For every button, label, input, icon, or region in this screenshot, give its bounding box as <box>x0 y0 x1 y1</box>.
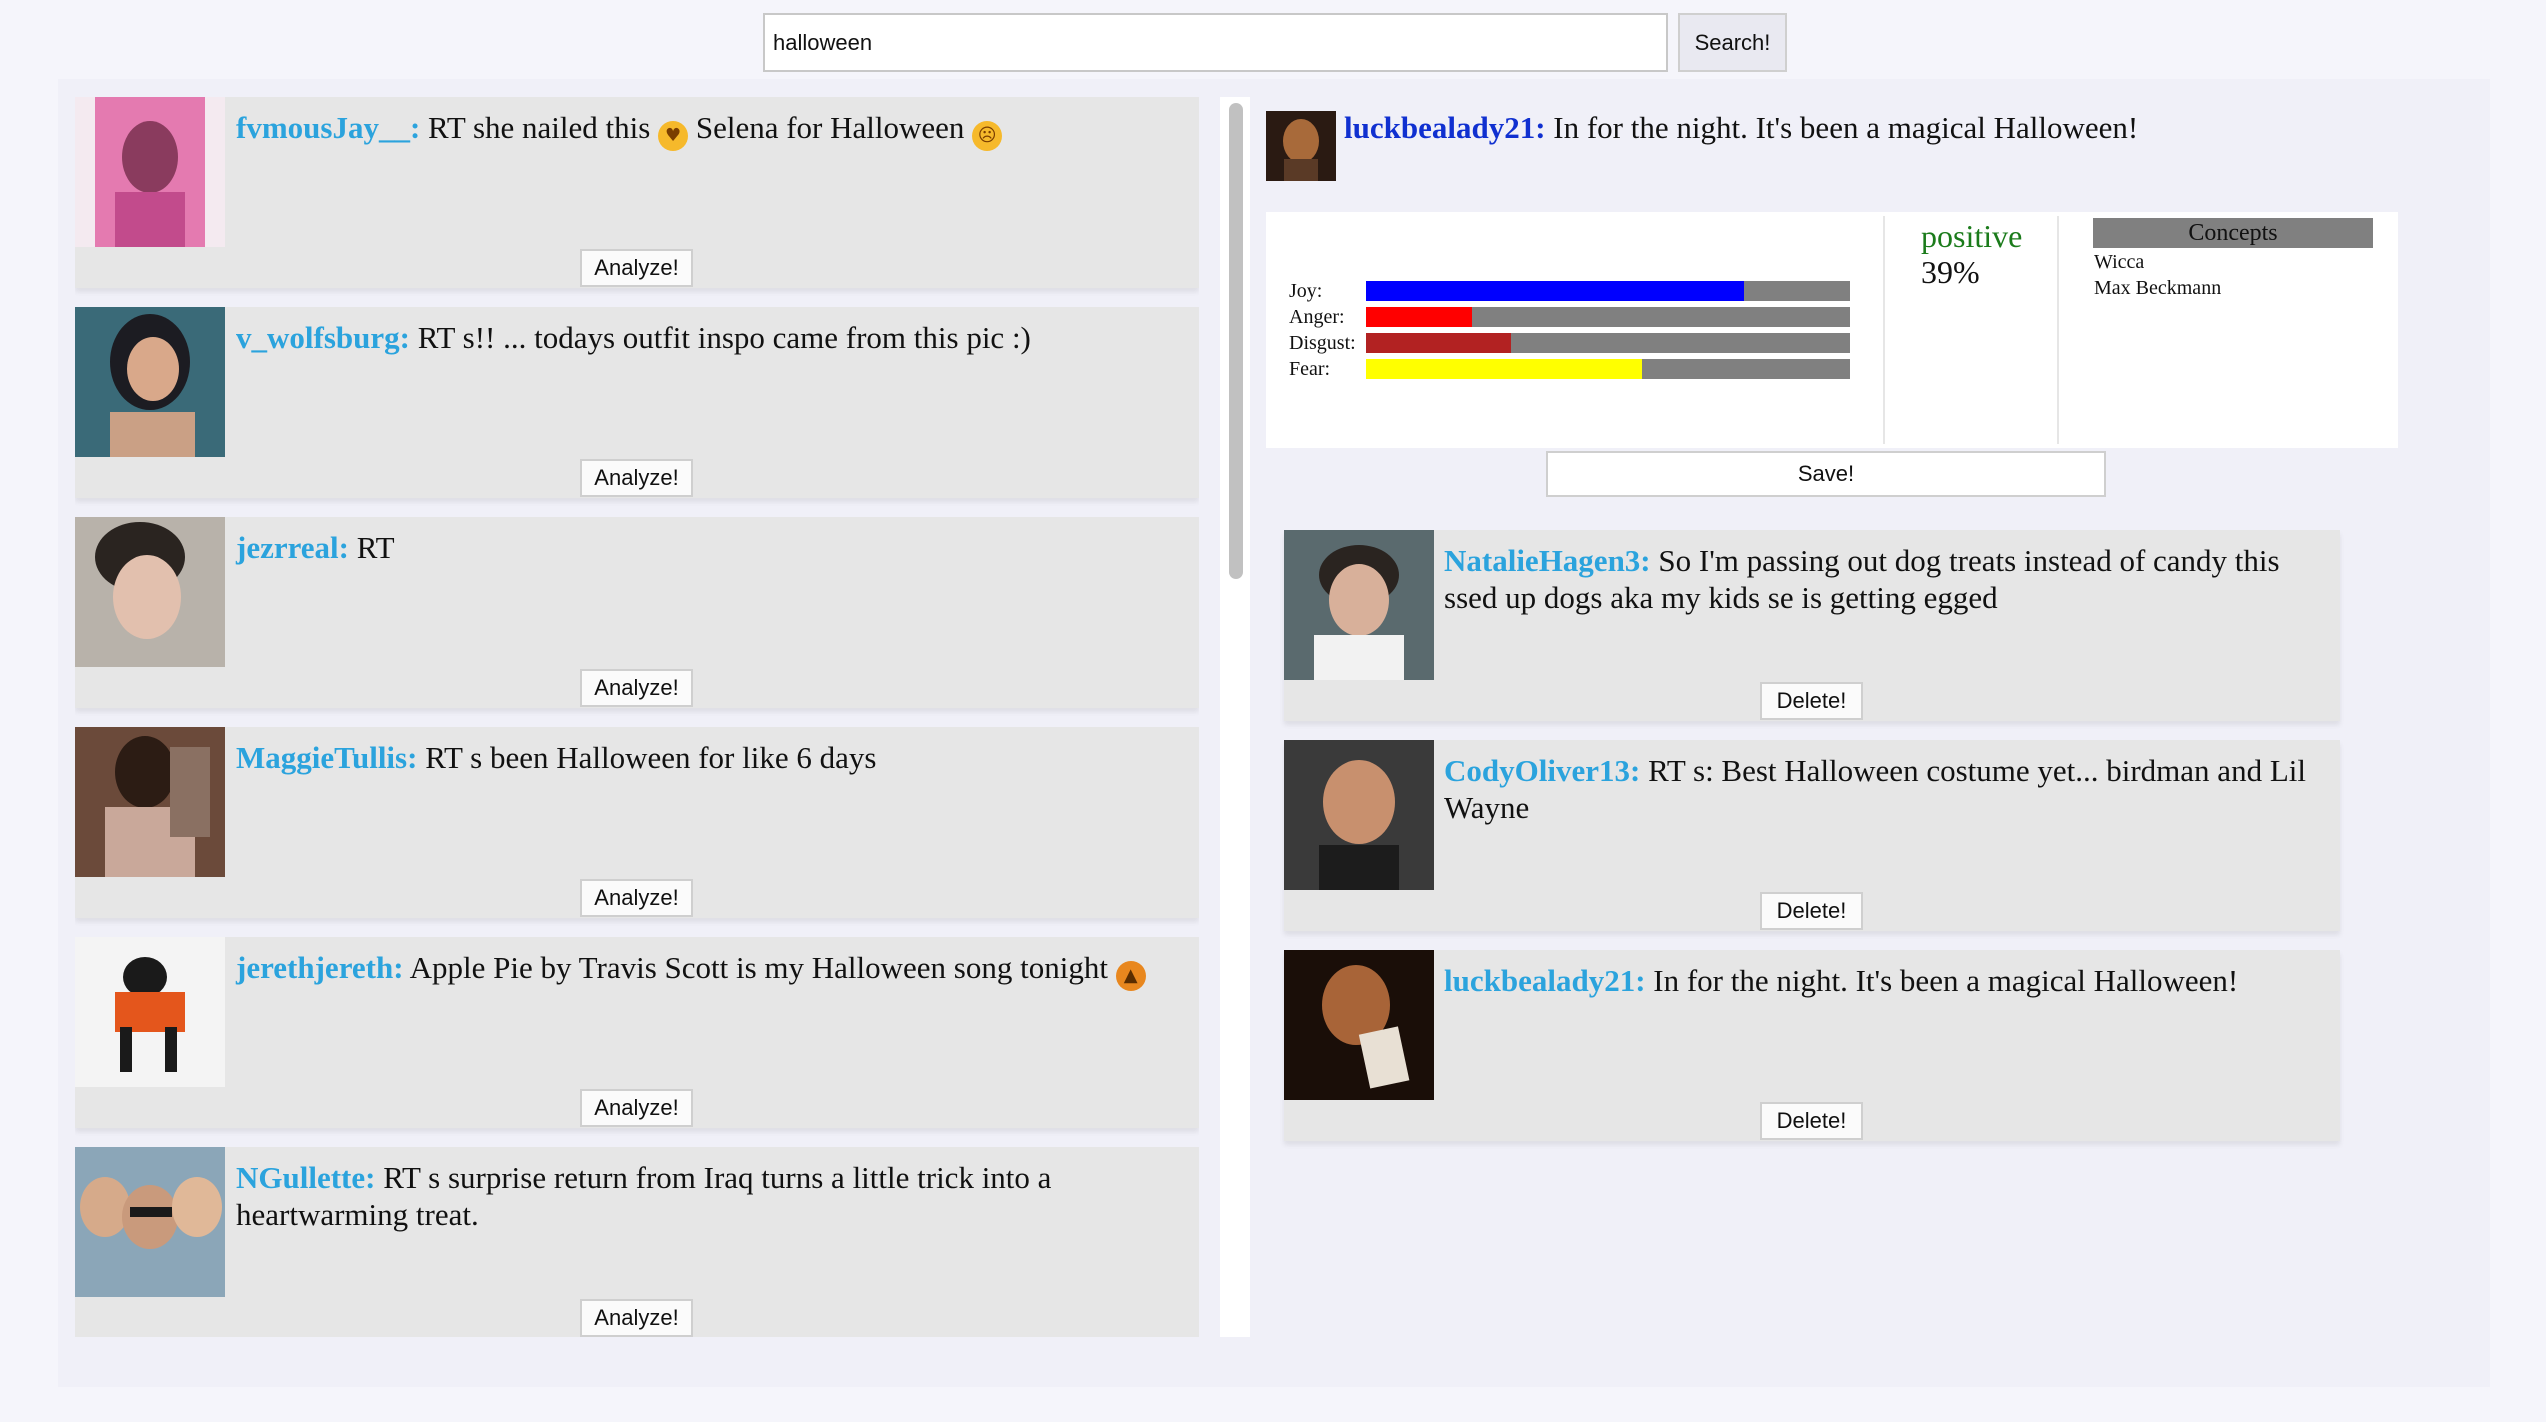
search-button[interactable]: Search! <box>1678 13 1787 72</box>
tweet-text: v_wolfsburg: RT s!! ... todays outfit in… <box>236 319 1186 356</box>
sentiment-score: 39% <box>1921 254 1980 290</box>
delete-button[interactable]: Delete! <box>1760 892 1863 930</box>
sentiment-label: positive <box>1921 218 2023 254</box>
tweet-text: NatalieHagen3: So I'm passing out dog tr… <box>1444 542 2334 616</box>
tweet-username[interactable]: NatalieHagen3: <box>1444 543 1651 578</box>
weary-face-emoji-icon: ☹ <box>972 121 1003 151</box>
panel-divider <box>2057 216 2059 444</box>
emotion-bar-fear-fill <box>1366 359 1642 379</box>
pumpkin-emoji-icon: ▲ <box>1115 961 1146 991</box>
tweet-username[interactable]: v_wolfsburg: <box>236 320 410 355</box>
tweet-text: fvmousJay__: RT she nailed this ♥ Selena… <box>236 109 1186 151</box>
tweet-username[interactable]: MaggieTullis: <box>236 740 417 775</box>
tweet-username[interactable]: CodyOliver13: <box>1444 753 1640 788</box>
tweet-username[interactable]: fvmousJay__: <box>236 110 420 145</box>
tweet-body: RT s!! ... todays outfit inspo came from… <box>417 320 1031 355</box>
tweet-card: jezrreal: RT Analyze! <box>75 517 1199 708</box>
tweet-text: luckbealady21: In for the night. It's be… <box>1444 962 2334 999</box>
user-avatar <box>75 727 225 877</box>
analyze-button[interactable]: Analyze! <box>580 669 693 707</box>
user-avatar <box>75 307 225 457</box>
tweet-body: RT <box>356 530 395 565</box>
tweet-card: NGullette: RT s surprise return from Ira… <box>75 1147 1199 1337</box>
user-avatar <box>75 937 225 1087</box>
tweet-feed[interactable]: fvmousJay__: RT she nailed this ♥ Selena… <box>75 97 1199 1337</box>
user-avatar <box>75 517 225 667</box>
analyze-button[interactable]: Analyze! <box>580 459 693 497</box>
tweet-text: CodyOliver13: RT s: Best Halloween costu… <box>1444 752 2334 826</box>
tweet-username[interactable]: NGullette: <box>236 1160 375 1195</box>
tweet-body: RT s been Halloween for like 6 days <box>425 740 877 775</box>
saved-tweet-card: CodyOliver13: RT s: Best Halloween costu… <box>1284 740 2340 931</box>
emotion-labels: Joy: Anger: Disgust: Fear: <box>1289 278 1356 382</box>
user-avatar <box>1284 950 1434 1100</box>
saved-tweet-card: NatalieHagen3: So I'm passing out dog tr… <box>1284 530 2340 721</box>
emotion-bar-anger <box>1366 307 1850 327</box>
emotion-bar-disgust-fill <box>1366 333 1512 353</box>
selected-user-avatar <box>1266 111 1336 181</box>
feed-scrollbar-thumb[interactable] <box>1229 103 1243 579</box>
heart-eyes-emoji-icon: ♥ <box>658 121 689 151</box>
tweet-username[interactable]: jezrreal: <box>236 530 349 565</box>
emotion-label-joy: Joy: <box>1289 280 1323 302</box>
concepts-header: Concepts <box>2093 218 2373 248</box>
delete-button[interactable]: Delete! <box>1760 682 1863 720</box>
selected-tweet-username[interactable]: luckbealady21: <box>1344 110 1546 145</box>
selected-tweet-body: In for the night. It's been a magical Ha… <box>1553 110 2139 145</box>
analyze-button[interactable]: Analyze! <box>580 249 693 287</box>
user-avatar <box>75 97 225 247</box>
analyze-button[interactable]: Analyze! <box>580 1089 693 1127</box>
concepts-list: Wicca Max Beckmann <box>2094 249 2221 301</box>
concept-item: Max Beckmann <box>2094 277 2222 299</box>
delete-button[interactable]: Delete! <box>1760 1102 1863 1140</box>
tweet-text: NGullette: RT s surprise return from Ira… <box>236 1159 1186 1233</box>
tweet-text: MaggieTullis: RT s been Halloween for li… <box>236 739 1186 776</box>
tweet-body: RT she nailed this <box>428 110 651 145</box>
user-avatar <box>75 1147 225 1297</box>
tweet-card: MaggieTullis: RT s been Halloween for li… <box>75 727 1199 918</box>
tweet-username[interactable]: jerethjereth: <box>236 950 404 985</box>
tweet-body: Apple Pie by Travis Scott is my Hallowee… <box>409 950 1108 985</box>
emotion-bar-joy-fill <box>1366 281 1744 301</box>
analyze-button[interactable]: Analyze! <box>580 879 693 917</box>
tweet-text: jerethjereth: Apple Pie by Travis Scott … <box>236 949 1186 991</box>
emotion-bar-fear <box>1366 359 1850 379</box>
saved-tweet-card: luckbealady21: In for the night. It's be… <box>1284 950 2340 1141</box>
user-avatar <box>1284 740 1434 890</box>
user-avatar <box>1284 530 1434 680</box>
tweet-text: jezrreal: RT <box>236 529 1186 566</box>
analysis-panel: Joy: Anger: Disgust: Fear: positive 39% … <box>1266 212 2398 448</box>
analyze-button[interactable]: Analyze! <box>580 1299 693 1337</box>
feed-scrollbar[interactable] <box>1220 97 1250 1337</box>
emotion-bar-disgust <box>1366 333 1850 353</box>
emotion-label-fear: Fear: <box>1289 358 1331 380</box>
emotion-label-anger: Anger: <box>1289 306 1345 328</box>
emotion-bar-joy <box>1366 281 1850 301</box>
tweet-body-continued: Selena for Halloween <box>695 110 965 145</box>
tweet-card: v_wolfsburg: RT s!! ... todays outfit in… <box>75 307 1199 498</box>
tweet-card: fvmousJay__: RT she nailed this ♥ Selena… <box>75 97 1199 288</box>
concept-item: Wicca <box>2094 251 2145 273</box>
selected-tweet-text: luckbealady21: In for the night. It's be… <box>1344 109 2474 146</box>
tweet-body: In for the night. It's been a magical Ha… <box>1653 963 2239 998</box>
tweet-username[interactable]: luckbealady21: <box>1444 963 1646 998</box>
emotion-bar-anger-fill <box>1366 307 1473 327</box>
save-button[interactable]: Save! <box>1546 451 2106 497</box>
tweet-card: jerethjereth: Apple Pie by Travis Scott … <box>75 937 1199 1128</box>
panel-divider <box>1883 216 1885 444</box>
search-input[interactable] <box>763 13 1668 72</box>
emotion-label-disgust: Disgust: <box>1289 332 1356 354</box>
